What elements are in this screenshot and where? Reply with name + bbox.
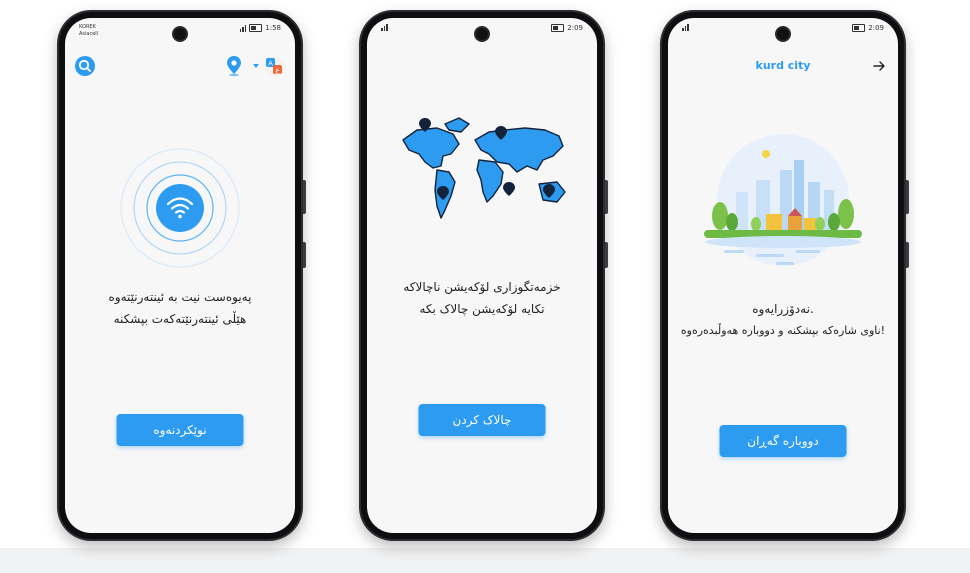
message-line-2: تکایە لۆکەیشن چالاک بکە (419, 302, 545, 316)
language-icon[interactable]: Aع (263, 55, 285, 77)
screen-offline: KOREK Asiacell 1:58 Aع پەیوەست نیت بە ئی… (65, 18, 295, 533)
carrier-labels: KOREK Asiacell (79, 24, 98, 38)
search-again-button[interactable]: دووبارە گەڕان (719, 425, 847, 457)
signal-icon (239, 24, 247, 32)
location-pin-icon[interactable] (225, 55, 243, 77)
signal-icon (381, 24, 388, 31)
power-button (605, 242, 608, 268)
status-bar: KOREK Asiacell 1:58 (79, 24, 281, 38)
power-button (303, 242, 306, 268)
status-time: 1:58 (265, 24, 281, 32)
volume-button (906, 180, 909, 214)
svg-text:A: A (268, 60, 273, 68)
carrier-2: Asiacell (79, 31, 99, 37)
wifi-icon (120, 148, 240, 268)
search-icon[interactable] (75, 56, 95, 76)
refresh-button[interactable]: نوێکردنەوە (116, 414, 244, 446)
status-time: 2:09 (868, 24, 884, 32)
message-line-2: ناوی شارەکە بپشکنە و دووبارە هەوڵبدەرەوە… (680, 324, 886, 337)
message-line-2: هێڵی ئینتەرنێتەکەت بپشکنە (113, 312, 247, 326)
message-line-1: نەدۆزرایەوە. (752, 302, 814, 316)
status-bar: 2:09 (682, 24, 884, 38)
message-line-1: خزمەتگوزاری لۆکەیشن ناچالاکە (403, 280, 561, 294)
status-bar: 2:09 (381, 24, 583, 38)
phone-location-off: 2:09 خزمەتگوزاری لۆکەیشن ناچالاکە تکایە … (359, 10, 608, 541)
battery-icon (249, 24, 263, 32)
carrier-1: KOREK (79, 24, 96, 30)
signal-icon (682, 24, 689, 31)
message-line-1: پەیوەست نیت بە ئینتەرنێتەوە (108, 290, 252, 304)
volume-button (605, 180, 608, 214)
screen-location-off: 2:09 خزمەتگوزاری لۆکەیشن ناچالاکە تکایە … (367, 18, 597, 533)
battery-icon (551, 24, 565, 32)
city-illustration-icon (696, 130, 870, 278)
floor-shadow (0, 548, 970, 573)
status-time: 2:09 (567, 24, 583, 32)
header-title: kurd city (755, 59, 811, 72)
world-map-icon (397, 110, 572, 222)
enable-location-button[interactable]: چالاک کردن (418, 404, 546, 436)
chevron-down-icon[interactable] (253, 64, 259, 68)
phone-offline: KOREK Asiacell 1:58 Aع پەیوەست نیت بە ئی… (57, 10, 306, 541)
power-button (906, 242, 909, 268)
arrow-right-icon[interactable] (872, 58, 886, 72)
phone-not-found: 2:09 kurd city نەدۆزرایەوە. ناوی شارەکە … (660, 10, 909, 541)
screen-not-found: 2:09 kurd city نەدۆزرایەوە. ناوی شارەکە … (668, 18, 898, 533)
battery-icon (852, 24, 866, 32)
volume-button (303, 180, 306, 214)
